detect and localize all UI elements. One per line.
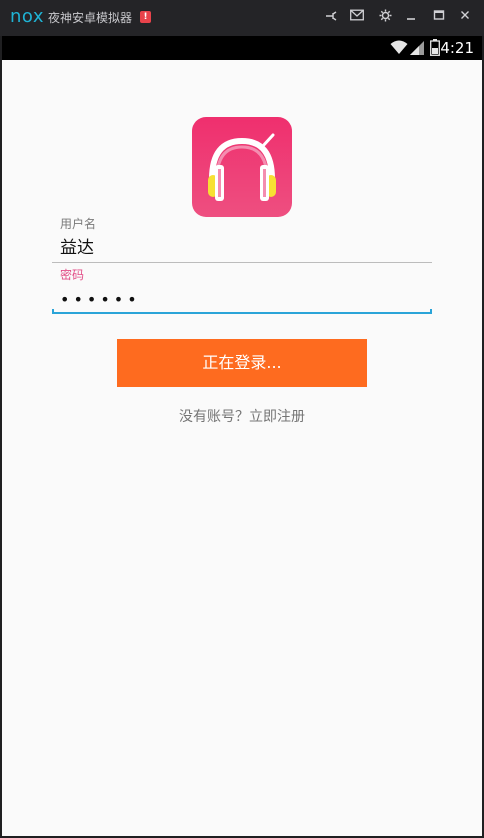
username-field[interactable]: 益达 — [60, 237, 94, 259]
username-label: 用户名 — [60, 217, 97, 231]
emulator-title: 夜神安卓模拟器 — [48, 11, 133, 25]
password-field[interactable]: •••••• — [60, 289, 141, 311]
nox-logo: nox — [10, 6, 45, 27]
username-underline — [52, 262, 432, 263]
wifi-icon — [390, 39, 408, 59]
minimize-icon[interactable] — [402, 9, 420, 27]
battery-icon — [430, 39, 440, 60]
emulator-title-bar: nox 夜神安卓模拟器 ! — [0, 0, 484, 36]
password-label: 密码 — [60, 268, 85, 282]
status-bar: 4:21 — [2, 36, 482, 60]
password-underline — [52, 309, 432, 314]
login-button[interactable]: 正在登录... — [117, 339, 367, 387]
pin-icon[interactable] — [322, 9, 340, 27]
register-link[interactable]: 没有账号？立即注册 — [2, 408, 482, 426]
mail-icon[interactable] — [348, 9, 366, 27]
gear-icon[interactable] — [376, 9, 394, 27]
close-icon[interactable] — [456, 9, 474, 27]
status-time: 4:21 — [440, 39, 474, 57]
maximize-icon[interactable] — [430, 9, 448, 27]
login-screen: 用户名 益达 密码 •••••• 正在登录... 没有账号？立即注册 — [2, 60, 482, 836]
headphones-icon — [192, 117, 292, 217]
alert-badge[interactable]: ! — [140, 11, 151, 23]
signal-icon — [409, 40, 425, 59]
